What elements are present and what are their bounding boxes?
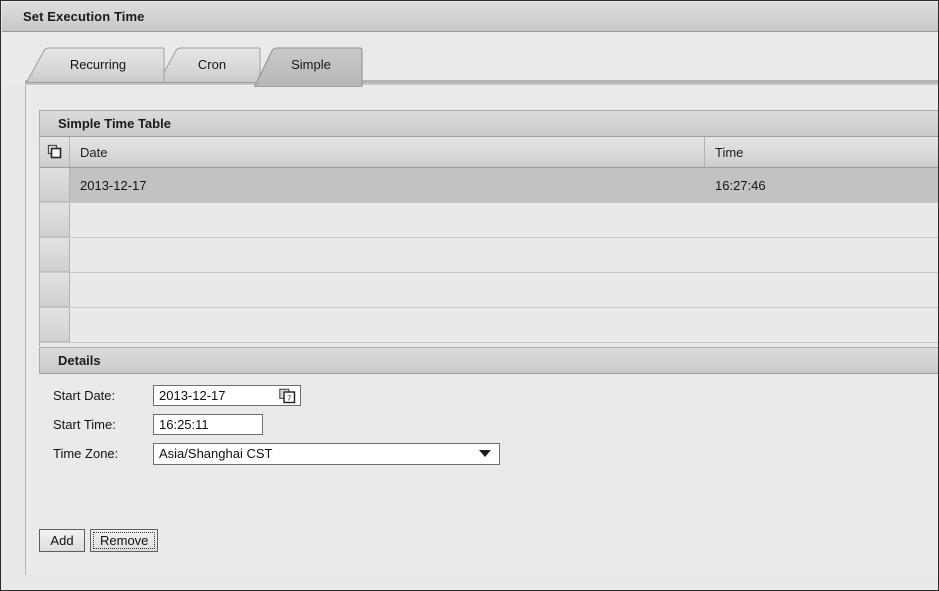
chevron-down-icon xyxy=(479,450,491,457)
table-header-row: Date Time xyxy=(40,137,938,168)
start-time-value: 16:25:11 xyxy=(159,417,209,432)
tab-recurring[interactable]: Recurring xyxy=(25,47,165,85)
row-selector[interactable] xyxy=(40,203,70,237)
row-selector[interactable] xyxy=(40,308,70,342)
table-row[interactable] xyxy=(40,203,938,238)
cell-time xyxy=(705,308,938,342)
calendar-picker-icon[interactable]: 7 xyxy=(279,388,296,403)
column-header-date-label: Date xyxy=(80,144,108,160)
details-title: Details xyxy=(58,353,101,368)
cell-time xyxy=(705,238,938,272)
simple-tab-panel: Simple Time Table Date Time 2013-12-17 1… xyxy=(25,85,938,575)
start-date-input[interactable]: 2013-12-17 7 xyxy=(153,385,301,406)
start-time-input[interactable]: 16:25:11 xyxy=(153,414,263,435)
columns-select-icon xyxy=(47,144,61,159)
cell-time xyxy=(705,273,938,307)
column-header-time-label: Time xyxy=(715,144,744,160)
table-corner-cell[interactable] xyxy=(40,137,70,167)
details-header: Details xyxy=(39,347,938,374)
time-zone-row: Time Zone: Asia/Shanghai CST xyxy=(39,439,938,468)
row-selector[interactable] xyxy=(40,238,70,272)
tab-strip: Recurring Cron Simple xyxy=(2,33,938,87)
table-row[interactable] xyxy=(40,238,938,273)
start-date-value: 2013-12-17 xyxy=(159,388,226,403)
start-date-row: Start Date: 2013-12-17 7 xyxy=(39,381,938,410)
details-form: Start Date: 2013-12-17 7 Start Time: 16:… xyxy=(39,381,938,468)
row-selector[interactable] xyxy=(40,273,70,307)
cell-date xyxy=(70,308,705,342)
simple-time-table-title: Simple Time Table xyxy=(58,116,171,131)
cell-date xyxy=(70,238,705,272)
tab-cron[interactable]: Cron xyxy=(157,47,261,85)
time-zone-label: Time Zone: xyxy=(53,446,119,461)
time-zone-select[interactable]: Asia/Shanghai CST xyxy=(153,442,500,465)
action-buttons: Add Remove xyxy=(39,529,159,552)
time-zone-value: Asia/Shanghai CST xyxy=(159,446,273,461)
tab-recurring-label: Recurring xyxy=(69,56,127,72)
svg-text:7: 7 xyxy=(287,393,291,402)
tab-list: Recurring Cron Simple xyxy=(25,33,363,87)
cell-time: 16:27:46 xyxy=(715,177,766,193)
table-row[interactable] xyxy=(40,273,938,308)
column-header-date[interactable]: Date xyxy=(70,137,705,167)
cell-time xyxy=(705,203,938,237)
table-row[interactable] xyxy=(40,308,938,343)
add-button[interactable]: Add xyxy=(39,529,85,552)
remove-button[interactable]: Remove xyxy=(90,529,159,552)
cell-date xyxy=(70,273,705,307)
column-header-time[interactable]: Time xyxy=(705,137,938,167)
cell-date xyxy=(70,203,705,237)
start-date-label: Start Date: xyxy=(53,388,116,403)
simple-time-table-header: Simple Time Table xyxy=(39,110,938,137)
cell-date: 2013-12-17 xyxy=(80,177,147,193)
table-row[interactable]: 2013-12-17 16:27:46 xyxy=(40,168,938,203)
set-execution-time-dialog: Set Execution Time Recurring Cron Simple… xyxy=(0,0,939,591)
dialog-titlebar: Set Execution Time xyxy=(2,2,938,32)
tab-simple-label: Simple xyxy=(291,56,331,72)
tab-cron-label: Cron xyxy=(197,56,227,72)
start-time-label: Start Time: xyxy=(53,417,116,432)
start-time-row: Start Time: 16:25:11 xyxy=(39,410,938,439)
dialog-title: Set Execution Time xyxy=(23,9,145,24)
tab-simple[interactable]: Simple xyxy=(253,47,363,87)
simple-time-table: Date Time 2013-12-17 16:27:46 xyxy=(39,137,938,346)
row-selector[interactable] xyxy=(40,168,70,202)
